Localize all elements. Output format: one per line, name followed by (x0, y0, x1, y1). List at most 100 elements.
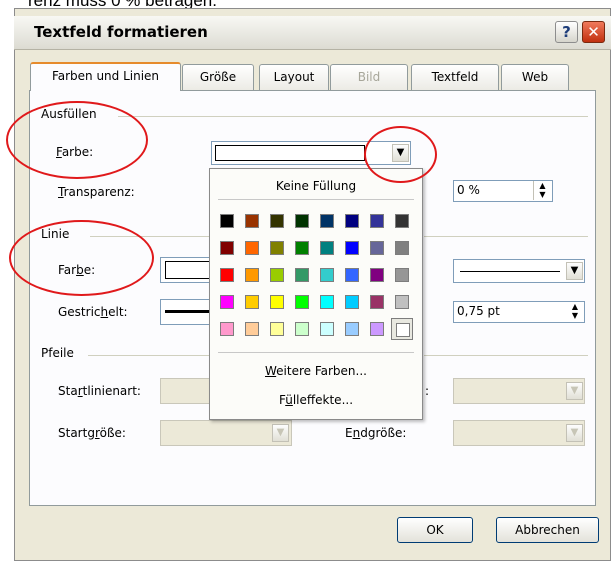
color-swatch-fill (345, 295, 359, 309)
color-swatch[interactable] (366, 210, 388, 232)
color-swatch[interactable] (316, 318, 338, 340)
color-swatch[interactable] (266, 318, 288, 340)
color-swatch[interactable] (366, 237, 388, 259)
color-swatch[interactable] (316, 291, 338, 313)
start-size-dropdown-button: ▼ (272, 424, 289, 442)
dash-label: Gestrichelt: (58, 305, 128, 319)
color-swatch[interactable] (291, 210, 313, 232)
color-swatch[interactable] (341, 237, 363, 259)
color-swatch[interactable] (341, 291, 363, 313)
start-size-label: Startgröße: (58, 426, 126, 440)
color-swatch-fill (395, 214, 409, 228)
color-swatch[interactable] (241, 264, 263, 286)
color-swatch-fill (245, 295, 259, 309)
ok-button[interactable]: OK (397, 517, 473, 543)
popup-divider-top (218, 199, 414, 200)
group-fill-divider (118, 116, 588, 117)
color-swatch[interactable] (316, 237, 338, 259)
color-swatch[interactable] (216, 210, 238, 232)
color-swatch[interactable] (241, 318, 263, 340)
tab-groesse[interactable]: Größe (182, 64, 254, 90)
color-swatch-fill (345, 322, 359, 336)
fill-color-preview (215, 145, 365, 161)
color-swatch[interactable] (366, 291, 388, 313)
color-swatch-fill (220, 295, 234, 309)
color-swatch[interactable] (291, 291, 313, 313)
dash-select[interactable] (160, 299, 211, 325)
color-swatch-fill (270, 241, 284, 255)
end-size-label: Endgröße: (345, 426, 407, 440)
color-swatch-fill (270, 295, 284, 309)
tab-layout[interactable]: Layout (259, 64, 329, 90)
color-swatch-fill (320, 322, 334, 336)
color-swatch-fill (370, 322, 384, 336)
transparency-label: Transparenz: (58, 185, 135, 199)
cancel-button[interactable]: Abbrechen (496, 517, 599, 543)
color-swatch[interactable] (366, 264, 388, 286)
color-swatch-selected[interactable] (391, 318, 413, 340)
color-swatch[interactable] (266, 237, 288, 259)
line-weight-value: 0,75 pt (457, 304, 500, 318)
color-swatch-fill (320, 295, 334, 309)
line-style-dropdown-button[interactable]: ▼ (566, 262, 583, 280)
transparency-value: 0 % (457, 183, 480, 197)
annotation-ring-fill (6, 101, 148, 179)
color-swatch-fill (270, 214, 284, 228)
color-swatch[interactable] (391, 237, 413, 259)
color-swatch-fill (245, 214, 259, 228)
end-type-dropdown-button: ▼ (566, 382, 583, 400)
color-swatch-fill (396, 323, 410, 337)
line-color-select[interactable] (160, 257, 215, 283)
color-swatch-fill (370, 295, 384, 309)
more-colors-option[interactable]: Weitere Farben... (210, 364, 422, 378)
tab-textfeld[interactable]: Textfeld (411, 64, 499, 90)
color-swatch-fill (245, 241, 259, 255)
color-swatch-fill (295, 268, 309, 282)
color-swatch[interactable] (216, 291, 238, 313)
transparency-spinner[interactable]: ▲ ▼ (533, 181, 551, 200)
group-line-divider-right (424, 236, 588, 237)
color-swatch[interactable] (366, 318, 388, 340)
color-swatch[interactable] (216, 318, 238, 340)
dash-preview (165, 310, 211, 313)
color-swatch[interactable] (216, 237, 238, 259)
color-swatch[interactable] (291, 318, 313, 340)
start-type-select (160, 378, 210, 404)
color-swatch[interactable] (391, 210, 413, 232)
tab-farben-und-linien[interactable]: Farben und Linien (30, 62, 181, 91)
annotation-ring-dropdown (364, 126, 437, 183)
color-swatch[interactable] (391, 291, 413, 313)
color-swatch[interactable] (391, 264, 413, 286)
color-swatch-fill (220, 214, 234, 228)
color-swatch-fill (295, 322, 309, 336)
color-swatch-fill (295, 241, 309, 255)
group-arrows-divider-right (424, 355, 588, 356)
color-swatch[interactable] (291, 264, 313, 286)
color-swatch[interactable] (216, 264, 238, 286)
group-arrows-label: Pfeile (41, 346, 74, 360)
color-swatch-fill (395, 295, 409, 309)
line-weight-spinner[interactable]: ▲ ▼ (566, 302, 584, 321)
fill-effects-option[interactable]: Fülleffekte... (210, 393, 422, 407)
close-button[interactable]: ✕ (582, 21, 605, 43)
tab-bild: Bild (330, 64, 408, 90)
color-swatch[interactable] (241, 210, 263, 232)
color-swatch[interactable] (266, 264, 288, 286)
color-swatch[interactable] (341, 210, 363, 232)
color-swatch[interactable] (316, 264, 338, 286)
color-swatch-fill (220, 322, 234, 336)
color-swatch[interactable] (266, 210, 288, 232)
color-swatch-fill (295, 295, 309, 309)
color-swatch[interactable] (316, 210, 338, 232)
color-swatch-fill (220, 268, 234, 282)
color-swatch[interactable] (266, 291, 288, 313)
color-swatch[interactable] (241, 291, 263, 313)
color-swatch[interactable] (341, 264, 363, 286)
help-button[interactable]: ? (555, 21, 578, 43)
line-color-preview (165, 261, 215, 279)
color-swatch-fill (320, 214, 334, 228)
tab-web[interactable]: Web (501, 64, 569, 90)
color-swatch[interactable] (291, 237, 313, 259)
color-swatch[interactable] (341, 318, 363, 340)
color-swatch[interactable] (241, 237, 263, 259)
